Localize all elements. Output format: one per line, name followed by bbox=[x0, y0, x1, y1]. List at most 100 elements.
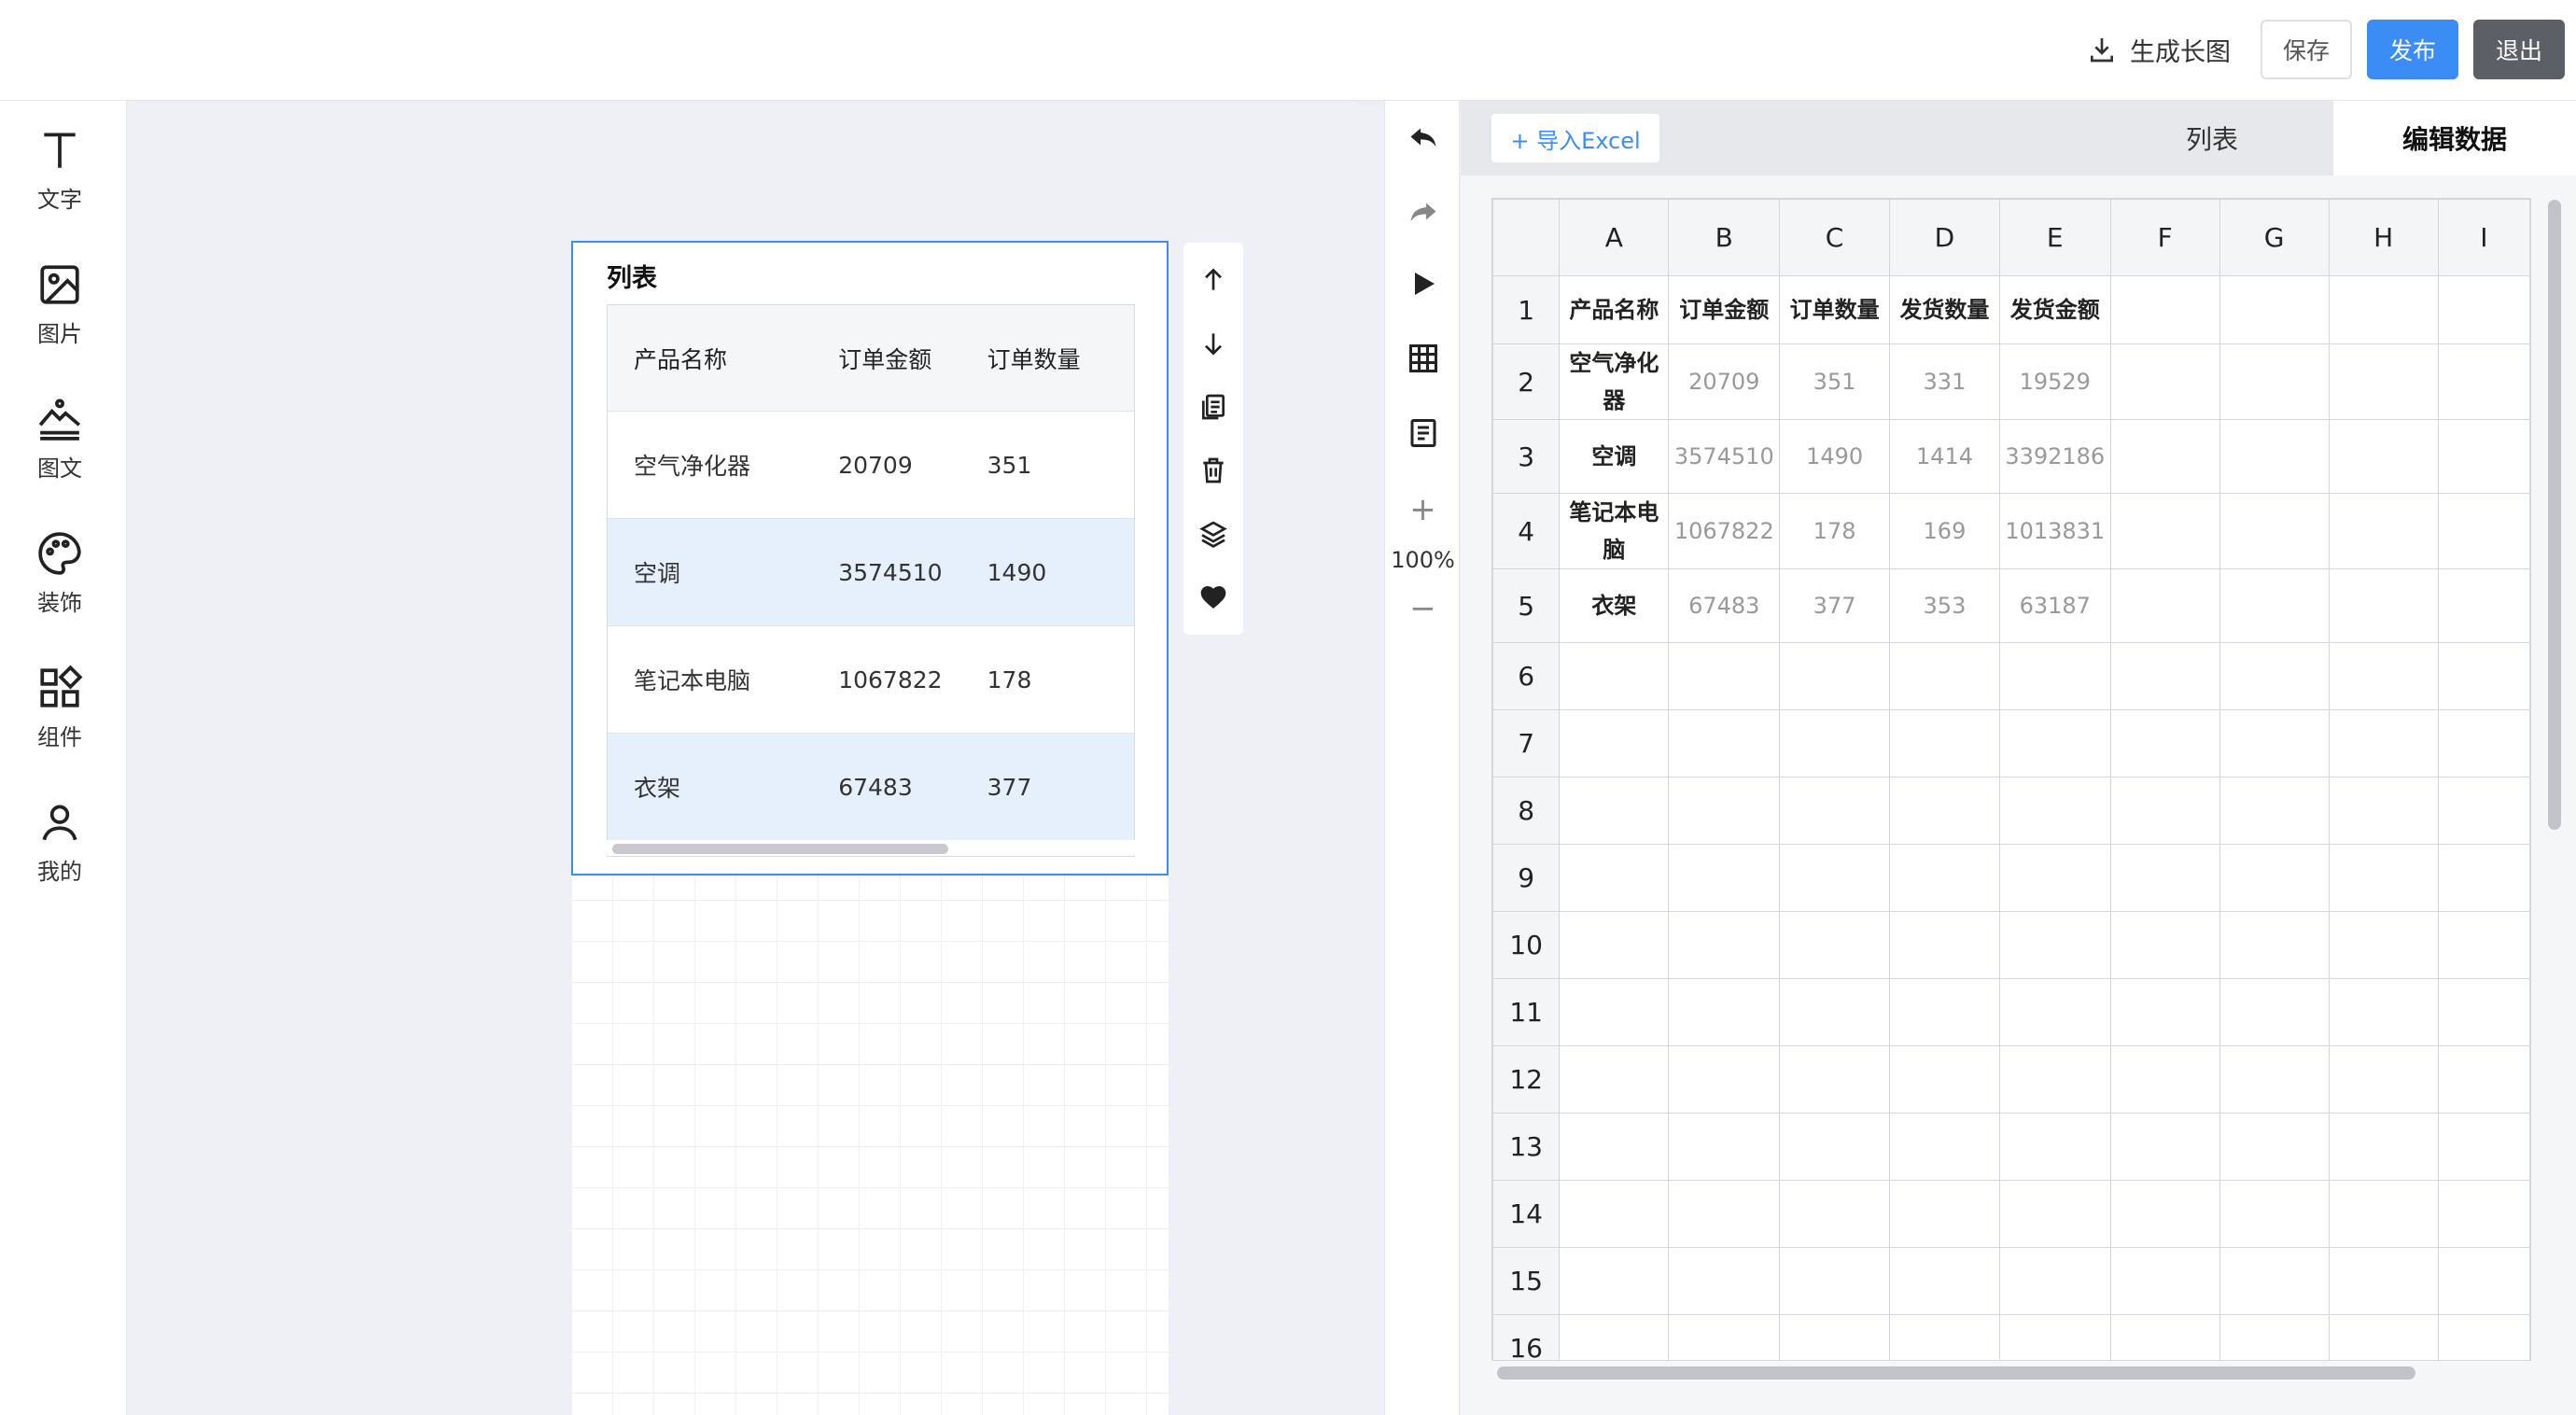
spreadsheet-cell[interactable]: 1067822 bbox=[1668, 493, 1781, 569]
spreadsheet-cell[interactable] bbox=[2109, 1314, 2220, 1360]
spreadsheet-cell[interactable] bbox=[2109, 493, 2220, 569]
row-header[interactable]: 11 bbox=[1492, 978, 1561, 1046]
spreadsheet-cell[interactable] bbox=[2437, 911, 2530, 979]
spreadsheet-cell[interactable]: 发货数量 bbox=[1889, 275, 2000, 344]
column-header-g[interactable]: G bbox=[2219, 199, 2330, 276]
spreadsheet-cell[interactable]: 20709 bbox=[1668, 343, 1781, 420]
row-header[interactable]: 4 bbox=[1492, 493, 1561, 569]
spreadsheet-cell[interactable] bbox=[1998, 709, 2111, 778]
sidebar-item-components[interactable]: 组件 bbox=[0, 665, 119, 786]
row-header[interactable]: 15 bbox=[1492, 1247, 1561, 1315]
publish-button[interactable]: 发布 bbox=[2366, 20, 2458, 79]
spreadsheet-cell[interactable] bbox=[1559, 1314, 1670, 1360]
spreadsheet-cell[interactable] bbox=[2109, 709, 2220, 778]
column-header-c[interactable]: C bbox=[1779, 199, 1891, 276]
spreadsheet-cell[interactable] bbox=[2219, 844, 2330, 912]
spreadsheet-cell[interactable] bbox=[1779, 1113, 1891, 1181]
row-header[interactable]: 7 bbox=[1492, 709, 1561, 778]
spreadsheet-cell[interactable] bbox=[1668, 911, 1781, 979]
spreadsheet-cell[interactable] bbox=[2437, 777, 2530, 845]
spreadsheet-cell[interactable] bbox=[2109, 777, 2220, 845]
spreadsheet-cell[interactable] bbox=[1889, 978, 2000, 1046]
spreadsheet-cell[interactable] bbox=[2219, 343, 2330, 420]
row-header[interactable]: 2 bbox=[1492, 343, 1561, 420]
spreadsheet-cell[interactable] bbox=[2437, 1180, 2530, 1248]
zoom-in-button[interactable]: + bbox=[1385, 482, 1461, 538]
spreadsheet-cell[interactable]: 1490 bbox=[1779, 419, 1891, 494]
spreadsheet-horizontal-scrollbar[interactable] bbox=[1497, 1366, 2415, 1380]
spreadsheet-cell[interactable] bbox=[2109, 978, 2220, 1046]
spreadsheet-cell[interactable] bbox=[2437, 1314, 2530, 1360]
sidebar-item-image-text[interactable]: 图文 bbox=[0, 396, 119, 517]
column-header-i[interactable]: I bbox=[2437, 199, 2530, 276]
spreadsheet-cell[interactable] bbox=[1998, 1045, 2111, 1114]
spreadsheet-cell[interactable] bbox=[2437, 1113, 2530, 1181]
spreadsheet-cell[interactable] bbox=[1559, 1045, 1670, 1114]
import-excel-button[interactable]: + 导入Excel bbox=[1491, 114, 1659, 162]
spreadsheet-cell[interactable] bbox=[2219, 275, 2330, 344]
row-header[interactable]: 8 bbox=[1492, 777, 1561, 845]
spreadsheet-cell[interactable] bbox=[1668, 1247, 1781, 1315]
spreadsheet-cell[interactable] bbox=[1779, 1045, 1891, 1114]
spreadsheet-cell[interactable] bbox=[1668, 1113, 1781, 1181]
spreadsheet-cell[interactable]: 订单数量 bbox=[1779, 275, 1891, 344]
spreadsheet-cell[interactable] bbox=[2328, 1045, 2439, 1114]
spreadsheet-cell[interactable] bbox=[2328, 1247, 2439, 1315]
spreadsheet-cell[interactable] bbox=[1998, 1113, 2111, 1181]
column-header-h[interactable]: H bbox=[2328, 199, 2439, 276]
spreadsheet-cell[interactable]: 产品名称 bbox=[1559, 275, 1670, 344]
spreadsheet-cell[interactable] bbox=[1559, 1113, 1670, 1181]
spreadsheet-cell[interactable] bbox=[2328, 275, 2439, 344]
spreadsheet-cell[interactable] bbox=[1889, 1247, 2000, 1315]
spreadsheet-cell[interactable] bbox=[1559, 642, 1670, 710]
spreadsheet-cell[interactable] bbox=[2109, 1045, 2220, 1114]
spreadsheet-cell[interactable] bbox=[1998, 777, 2111, 845]
spreadsheet-cell[interactable] bbox=[1889, 1180, 2000, 1248]
column-header-e[interactable]: E bbox=[1998, 199, 2111, 276]
spreadsheet-cell[interactable] bbox=[1998, 978, 2111, 1046]
spreadsheet-cell[interactable] bbox=[2328, 343, 2439, 420]
spreadsheet-cell[interactable] bbox=[1559, 709, 1670, 778]
spreadsheet-cell[interactable] bbox=[1779, 777, 1891, 845]
favorite-button[interactable] bbox=[1193, 573, 1234, 622]
spreadsheet-cell[interactable] bbox=[1559, 777, 1670, 845]
spreadsheet-cell[interactable] bbox=[1779, 642, 1891, 710]
spreadsheet-cell[interactable]: 订单金额 bbox=[1668, 275, 1781, 344]
sidebar-item-mine[interactable]: 我的 bbox=[0, 799, 119, 920]
spreadsheet-cell[interactable] bbox=[2219, 1180, 2330, 1248]
spreadsheet-cell[interactable] bbox=[2109, 343, 2220, 420]
spreadsheet-cell[interactable]: 1013831 bbox=[1998, 493, 2111, 569]
spreadsheet-cell[interactable] bbox=[1779, 1314, 1891, 1360]
spreadsheet-cell[interactable] bbox=[2328, 978, 2439, 1046]
spreadsheet-cell[interactable]: 发货金额 bbox=[1998, 275, 2111, 344]
spreadsheet-cell[interactable] bbox=[1779, 978, 1891, 1046]
spreadsheet-cell[interactable]: 衣架 bbox=[1559, 568, 1670, 643]
spreadsheet-cell[interactable] bbox=[2437, 1045, 2530, 1114]
row-header[interactable]: 9 bbox=[1492, 844, 1561, 912]
column-header-d[interactable]: D bbox=[1889, 199, 2000, 276]
row-header[interactable]: 16 bbox=[1492, 1314, 1561, 1360]
spreadsheet-cell[interactable] bbox=[1889, 1314, 2000, 1360]
row-header[interactable]: 5 bbox=[1492, 568, 1561, 643]
row-header[interactable]: 13 bbox=[1492, 1113, 1561, 1181]
spreadsheet-cell[interactable] bbox=[2437, 493, 2530, 569]
spreadsheet-cell[interactable] bbox=[1889, 642, 2000, 710]
delete-button[interactable] bbox=[1193, 446, 1234, 495]
spreadsheet-cell[interactable]: 笔记本电脑 bbox=[1559, 493, 1670, 569]
spreadsheet-cell[interactable] bbox=[2109, 1247, 2220, 1315]
spreadsheet-cell[interactable] bbox=[2437, 709, 2530, 778]
spreadsheet-cell[interactable]: 19529 bbox=[1998, 343, 2111, 420]
tab-list[interactable]: 列表 bbox=[2091, 101, 2333, 175]
zoom-out-button[interactable]: − bbox=[1385, 581, 1461, 637]
spreadsheet-cell[interactable] bbox=[1668, 978, 1781, 1046]
row-header[interactable]: 6 bbox=[1492, 642, 1561, 710]
widget-horizontal-scrollbar[interactable] bbox=[607, 840, 1135, 855]
spreadsheet-cell[interactable]: 178 bbox=[1779, 493, 1891, 569]
spreadsheet-cell[interactable] bbox=[2328, 419, 2439, 494]
spreadsheet-cell[interactable] bbox=[1668, 844, 1781, 912]
spreadsheet-cell[interactable] bbox=[2219, 1314, 2330, 1360]
spreadsheet-cell[interactable] bbox=[2219, 642, 2330, 710]
spreadsheet-cell[interactable] bbox=[2219, 777, 2330, 845]
spreadsheet-cell[interactable] bbox=[2437, 642, 2530, 710]
spreadsheet-cell[interactable] bbox=[2437, 568, 2530, 643]
